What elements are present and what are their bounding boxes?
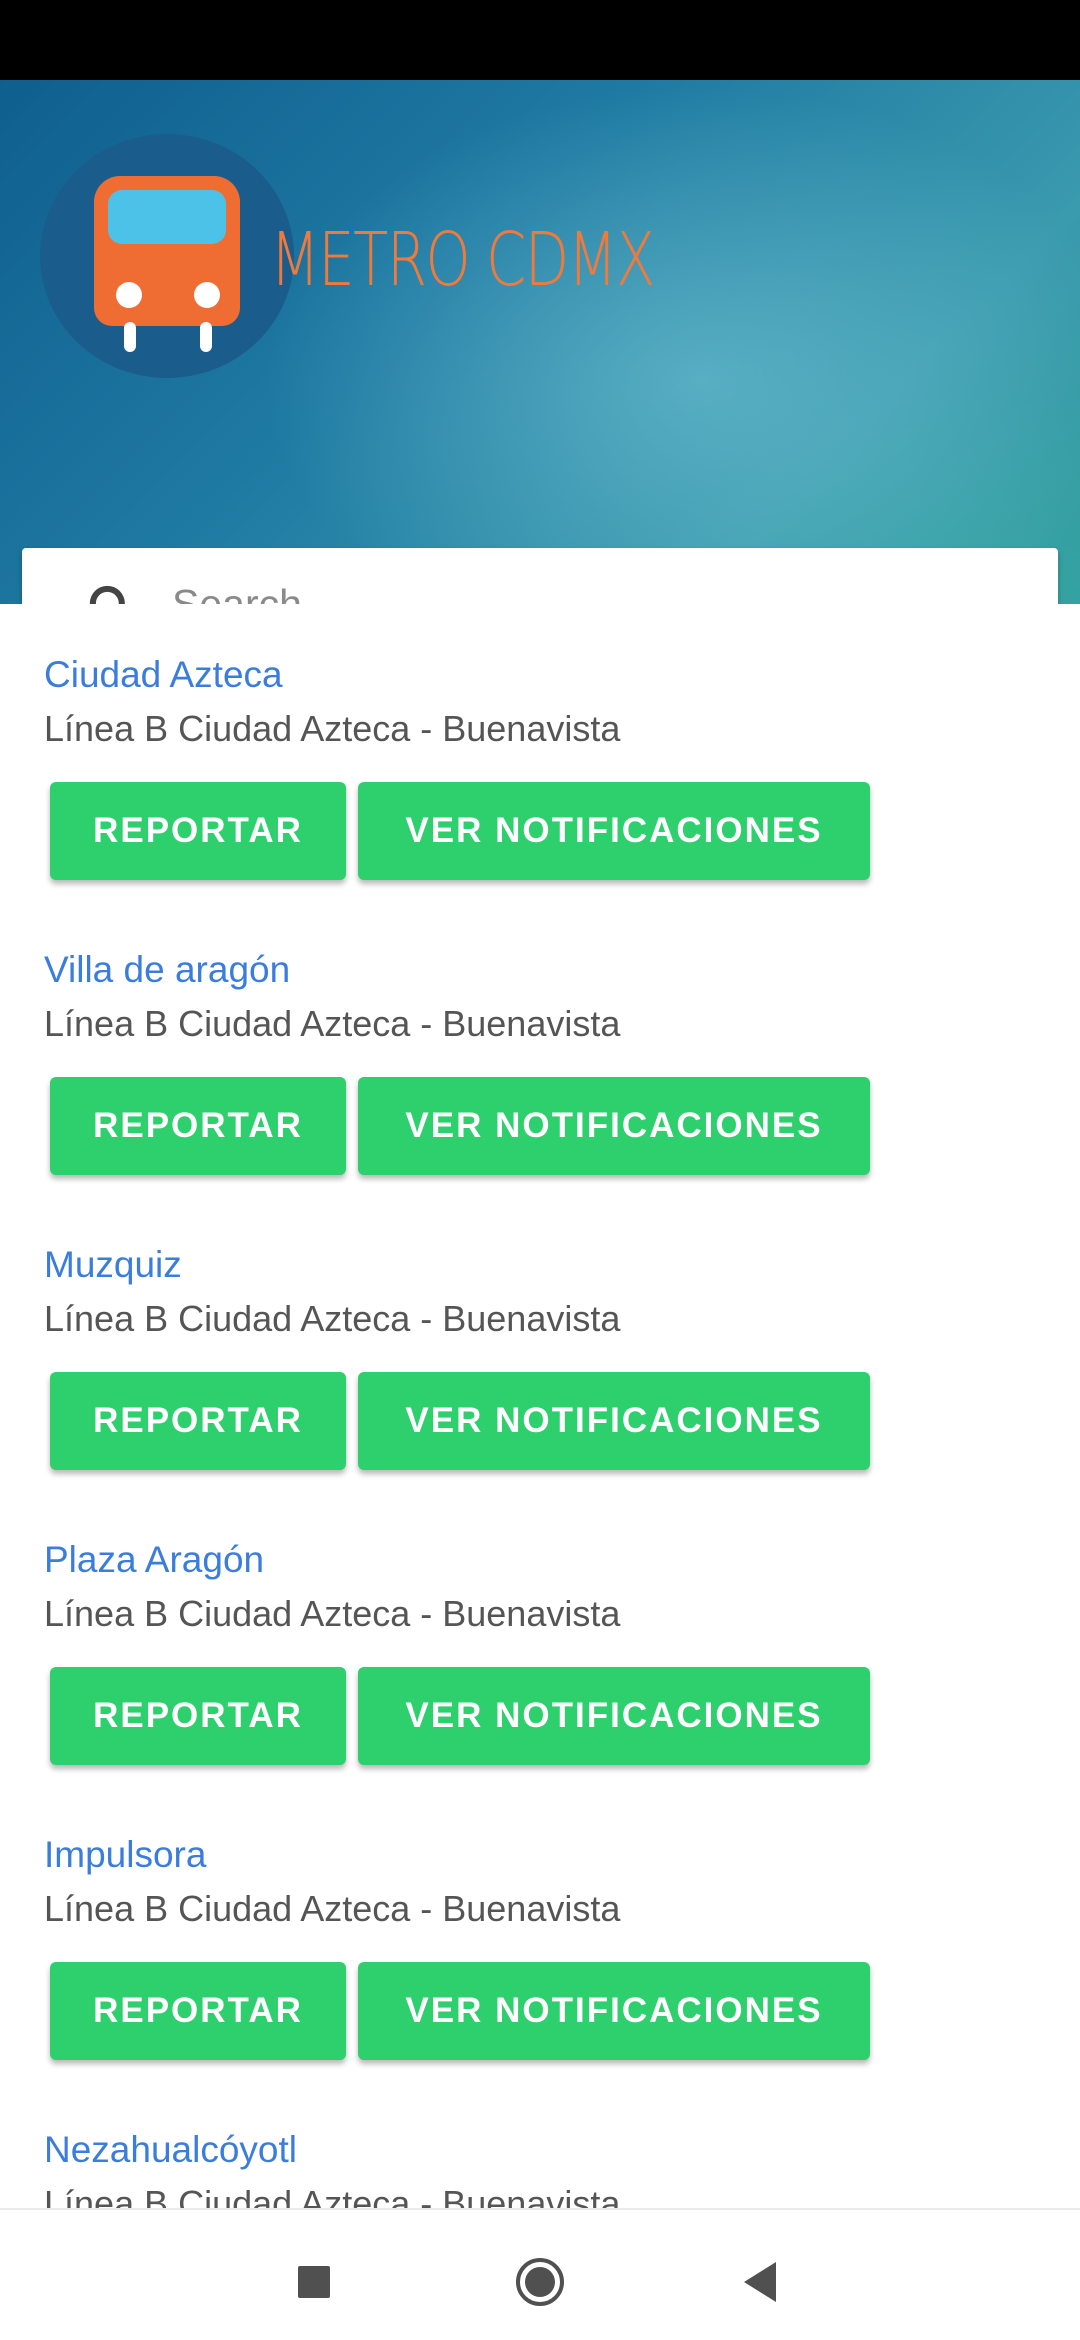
system-nav-bar xyxy=(0,2208,1080,2340)
list-item: Ciudad Azteca Línea B Ciudad Azteca - Bu… xyxy=(0,604,1080,899)
report-button[interactable]: REPORTAR xyxy=(50,782,346,880)
station-list: Ciudad Azteca Línea B Ciudad Azteca - Bu… xyxy=(0,604,1080,2208)
view-notifications-button[interactable]: VER NOTIFICACIONES xyxy=(358,782,870,880)
view-notifications-button[interactable]: VER NOTIFICACIONES xyxy=(358,1667,870,1765)
app-logo xyxy=(40,134,294,378)
home-circle-icon[interactable] xyxy=(514,2256,566,2308)
station-name[interactable]: Muzquiz xyxy=(44,1244,182,1286)
station-line: Línea B Ciudad Azteca - Buenavista xyxy=(44,708,621,749)
search-input[interactable] xyxy=(172,568,1032,604)
view-notifications-button[interactable]: VER NOTIFICACIONES xyxy=(358,1962,870,2060)
search-bar[interactable] xyxy=(22,548,1058,604)
station-line: Línea B Ciudad Azteca - Buenavista xyxy=(44,1003,621,1044)
station-line: Línea B Ciudad Azteca - Buenavista xyxy=(44,2183,621,2208)
square-icon[interactable] xyxy=(298,2266,330,2298)
list-item: Nezahualcóyotl Línea B Ciudad Azteca - B… xyxy=(0,2079,1080,2208)
status-bar xyxy=(0,0,1080,80)
station-name[interactable]: Impulsora xyxy=(44,1834,206,1876)
station-line: Línea B Ciudad Azteca - Buenavista xyxy=(44,1888,621,1929)
view-notifications-button[interactable]: VER NOTIFICACIONES xyxy=(358,1077,870,1175)
station-name[interactable]: Ciudad Azteca xyxy=(44,654,283,696)
report-button[interactable]: REPORTAR xyxy=(50,1667,346,1765)
back-triangle-icon[interactable] xyxy=(742,2260,778,2304)
brand-title: METRO CDMX xyxy=(270,217,655,303)
station-line: Línea B Ciudad Azteca - Buenavista xyxy=(44,1593,621,1634)
list-item: Plaza Aragón Línea B Ciudad Azteca - Bue… xyxy=(0,1489,1080,1784)
app-header: METRO CDMX xyxy=(0,80,1080,604)
station-name[interactable]: Nezahualcóyotl xyxy=(44,2129,297,2171)
report-button[interactable]: REPORTAR xyxy=(50,1372,346,1470)
list-item: Muzquiz Línea B Ciudad Azteca - Buenavis… xyxy=(0,1194,1080,1489)
list-item: Impulsora Línea B Ciudad Azteca - Buenav… xyxy=(0,1784,1080,2079)
station-line: Línea B Ciudad Azteca - Buenavista xyxy=(44,1298,621,1339)
report-button[interactable]: REPORTAR xyxy=(50,1962,346,2060)
list-item: Villa de aragón Línea B Ciudad Azteca - … xyxy=(0,899,1080,1194)
station-name[interactable]: Plaza Aragón xyxy=(44,1539,264,1581)
station-name[interactable]: Villa de aragón xyxy=(44,949,290,991)
report-button[interactable]: REPORTAR xyxy=(50,1077,346,1175)
view-notifications-button[interactable]: VER NOTIFICACIONES xyxy=(358,1372,870,1470)
search-icon[interactable] xyxy=(84,580,140,604)
